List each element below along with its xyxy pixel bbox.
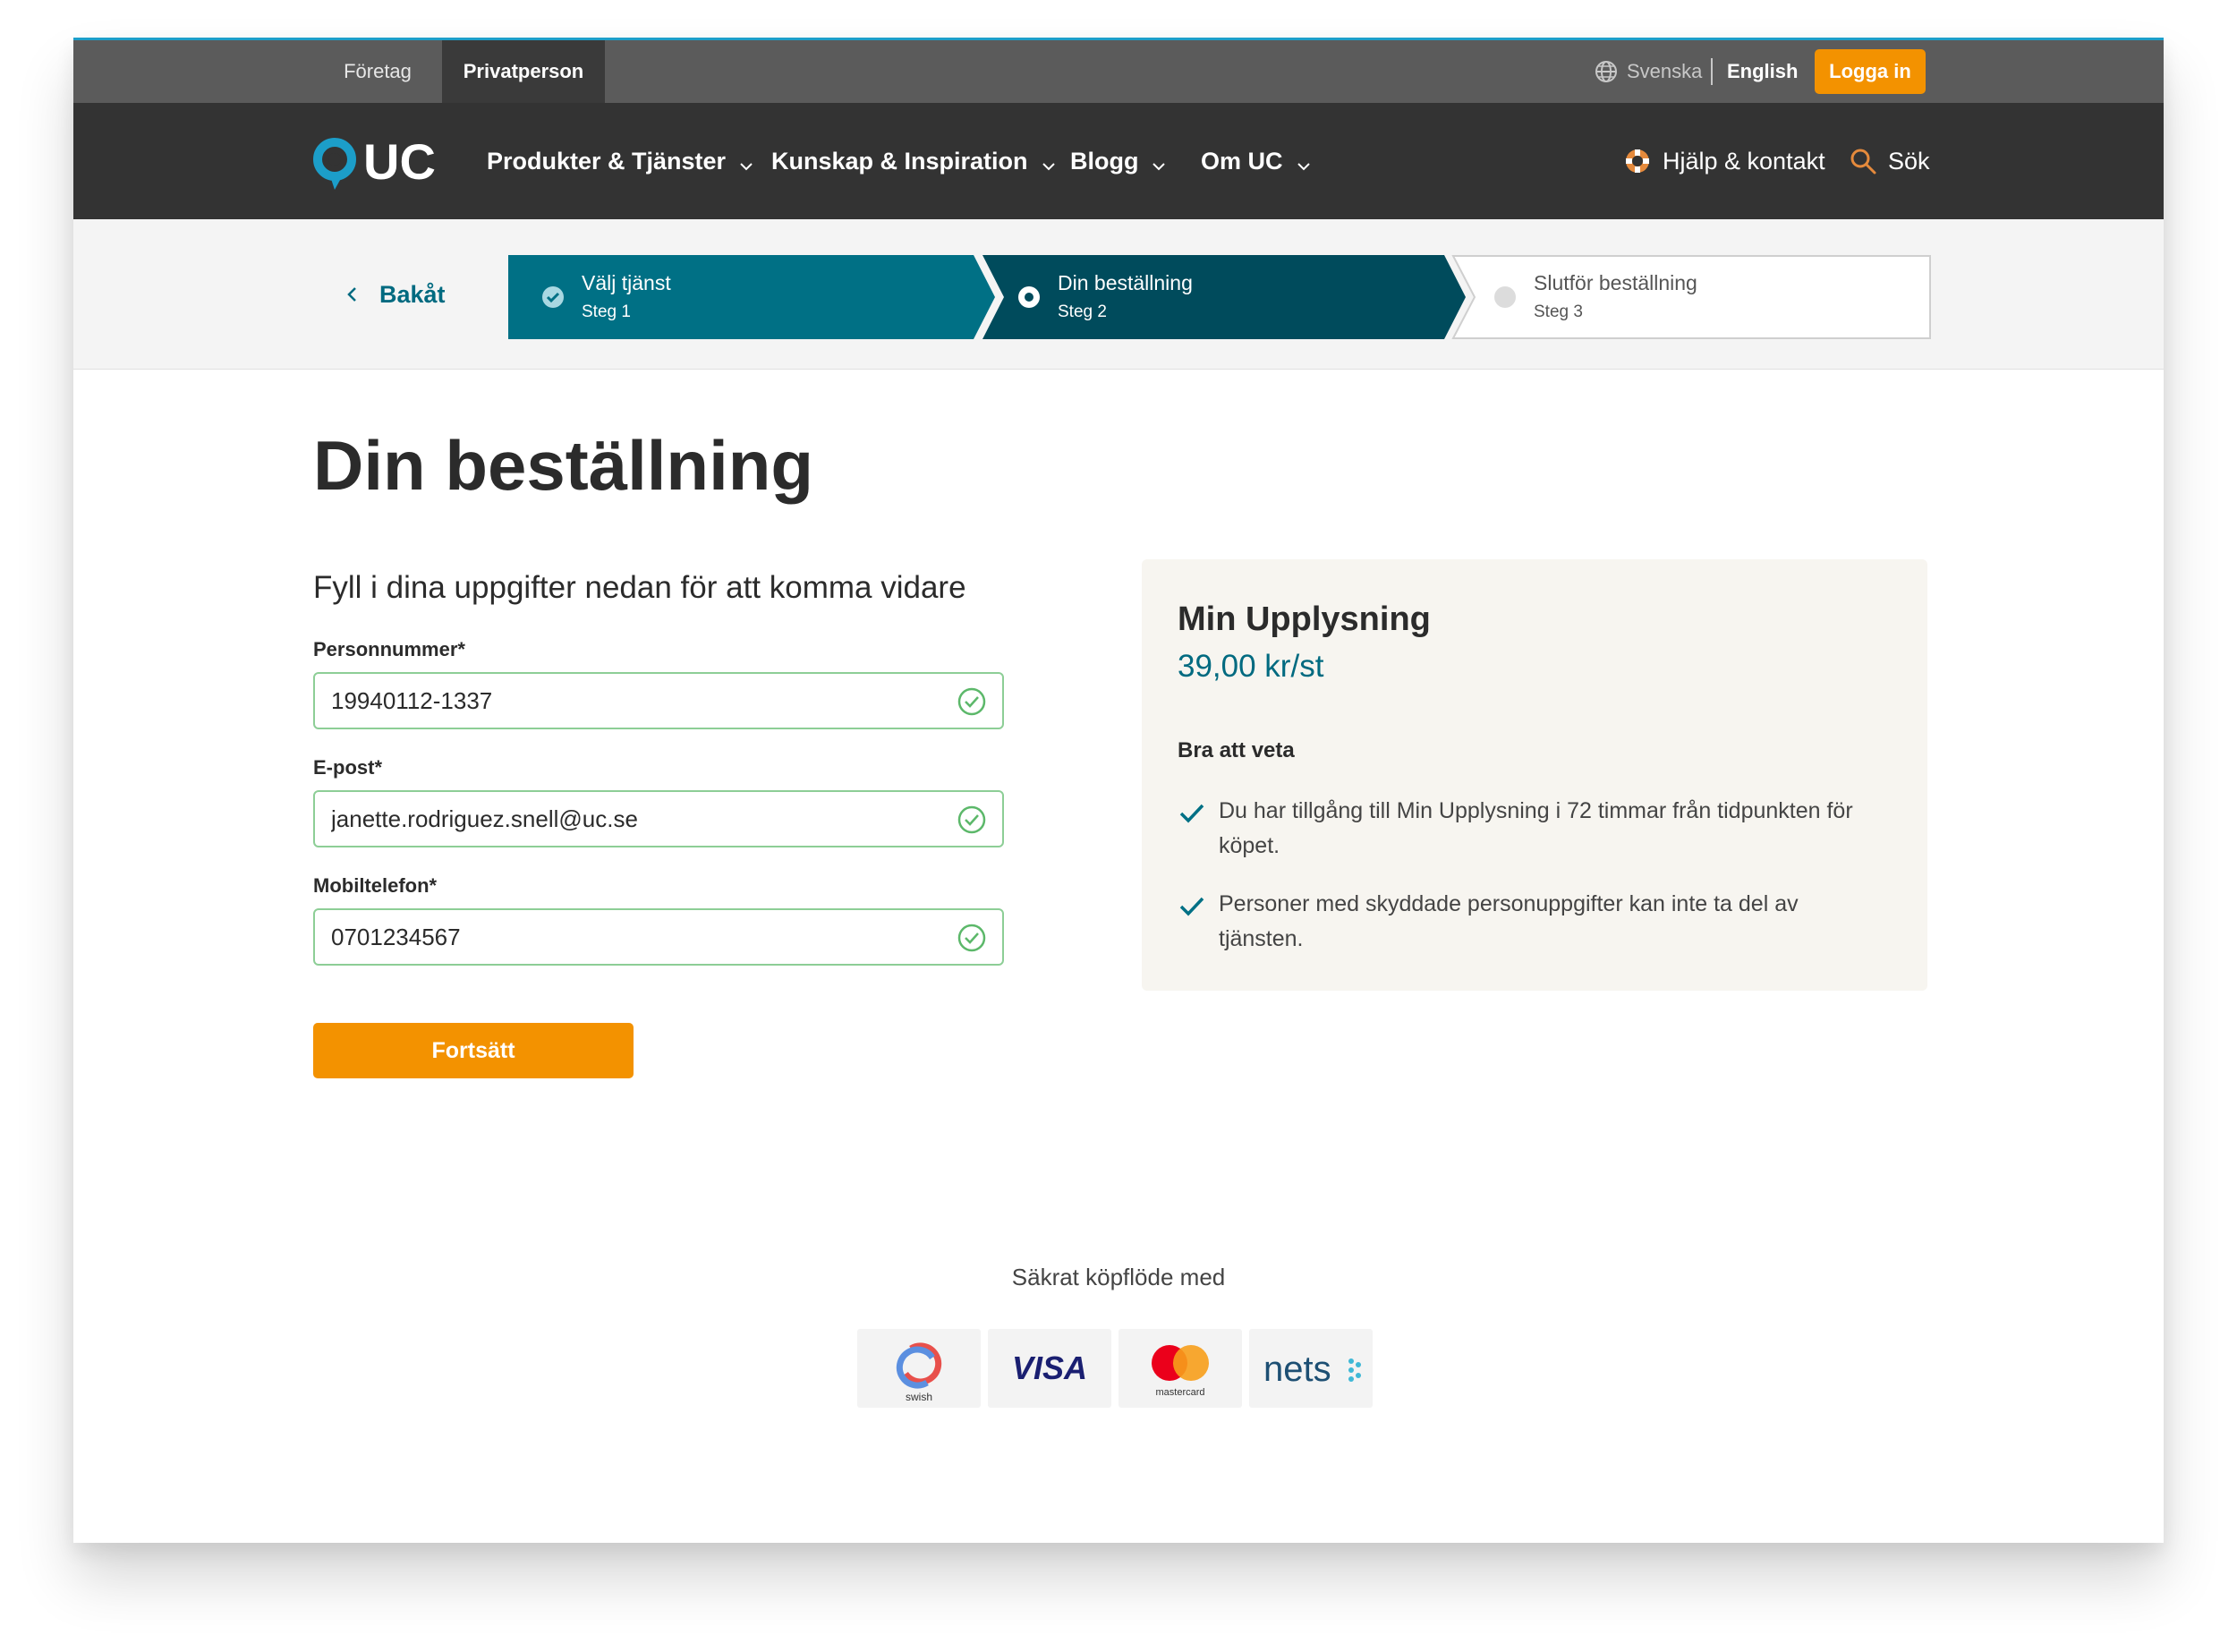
nav-om-uc[interactable]: Om UC <box>1201 103 1312 219</box>
nav-produkter-tjanster[interactable]: Produkter & Tjänster <box>487 103 754 219</box>
valid-check-icon <box>957 805 986 834</box>
nav-produkter-label: Produkter & Tjänster <box>487 147 727 175</box>
mobile-label: Mobiltelefon* <box>313 874 438 897</box>
product-name: Min Upplysning <box>1178 600 1431 638</box>
uc-logo[interactable]: UC <box>313 133 436 190</box>
browser-window: Företag Privatperson Svenska English Log… <box>73 38 2164 1543</box>
svg-text:mastercard: mastercard <box>1155 1387 1204 1398</box>
language-divider <box>1711 58 1713 85</box>
step-1-title: Välj tjänst <box>582 271 671 294</box>
info-point-2: Personer med skyddade personuppgifter ka… <box>1178 887 1876 957</box>
info-point-1: Du har tillgång till Min Upplysning i 72… <box>1178 794 1876 864</box>
segment-foretag[interactable]: Företag <box>313 40 442 103</box>
step-2-title: Din beställning <box>1058 271 1193 294</box>
step-1-sub: Steg 1 <box>582 302 631 321</box>
pending-step-dot-icon <box>1493 285 1518 310</box>
nav-om-label: Om UC <box>1201 147 1283 175</box>
nav-blogg-label: Blogg <box>1070 147 1139 175</box>
product-price: 39,00 kr/st <box>1178 649 1324 684</box>
good-to-know-heading: Bra att veta <box>1178 738 1295 762</box>
info-point-2-text: Personer med skyddade personuppgifter ka… <box>1219 891 1799 951</box>
main-navigation: UC Produkter & Tjänster Kunskap & Inspir… <box>73 103 2164 219</box>
current-step-dot-icon <box>1016 285 1042 310</box>
search-label: Sök <box>1888 147 1930 175</box>
checkout-progress-band: Bakåt Välj tjänst Steg 1 Din beställning… <box>73 219 2164 370</box>
email-input[interactable] <box>331 792 922 846</box>
mobile-field[interactable] <box>313 908 1004 966</box>
nets-logo: nets <box>1249 1329 1373 1408</box>
language-english[interactable]: English <box>1727 40 1798 103</box>
step-1: Välj tjänst Steg 1 <box>582 271 671 322</box>
step-2-shape <box>982 255 1466 339</box>
valid-check-icon <box>957 924 986 952</box>
back-button[interactable]: Bakåt <box>342 219 446 370</box>
checkmark-icon <box>1178 799 1206 828</box>
language-svenska[interactable]: Svenska <box>1627 40 1702 103</box>
email-label: E-post* <box>313 756 382 779</box>
swish-logo: swish <box>857 1329 981 1408</box>
step-3-title: Slutför beställning <box>1534 271 1697 294</box>
step-3-sub: Steg 3 <box>1534 302 1583 321</box>
step-2: Din beställning Steg 2 <box>1058 271 1193 322</box>
lifebuoy-icon <box>1623 147 1652 175</box>
mobile-input[interactable] <box>331 910 922 964</box>
nav-kunskap-inspiration[interactable]: Kunskap & Inspiration <box>771 103 1057 219</box>
personnummer-input[interactable] <box>331 674 922 728</box>
segment-privatperson[interactable]: Privatperson <box>442 40 605 103</box>
checkmark-icon <box>1178 892 1206 921</box>
form-lead-text: Fyll i dina uppgifter nedan för att komm… <box>313 570 966 605</box>
personnummer-field[interactable] <box>313 672 1004 729</box>
visa-logo: VISA <box>988 1329 1111 1408</box>
check-circle-icon <box>540 285 566 310</box>
valid-check-icon <box>957 687 986 716</box>
chevron-down-icon <box>1151 153 1167 171</box>
page-title: Din beställning <box>313 426 814 505</box>
svg-text:swish: swish <box>906 1391 932 1403</box>
help-contact-link[interactable]: Hjälp & kontakt <box>1623 103 1825 219</box>
search-icon <box>1849 147 1877 175</box>
email-field[interactable] <box>313 790 1004 847</box>
chevron-left-icon <box>342 284 363 305</box>
stepper: Välj tjänst Steg 1 Din beställning Steg … <box>508 255 1931 339</box>
personnummer-label: Personnummer* <box>313 638 465 660</box>
svg-text:UC: UC <box>363 134 436 190</box>
login-button[interactable]: Logga in <box>1815 49 1926 94</box>
order-summary-card: Min Upplysning 39,00 kr/st Bra att veta … <box>1142 559 1927 991</box>
back-label: Bakåt <box>379 280 446 308</box>
search-link[interactable]: Sök <box>1849 103 1930 219</box>
chevron-down-icon <box>738 153 754 171</box>
step-2-sub: Steg 2 <box>1058 302 1107 321</box>
chevron-down-icon <box>1296 153 1312 171</box>
mastercard-logo: mastercard <box>1118 1329 1242 1408</box>
svg-text:nets: nets <box>1263 1350 1331 1389</box>
utility-bar: Företag Privatperson Svenska English Log… <box>73 40 2164 103</box>
chevron-down-icon <box>1041 153 1057 171</box>
nav-blogg[interactable]: Blogg <box>1070 103 1167 219</box>
svg-text:VISA: VISA <box>1012 1350 1087 1386</box>
help-contact-label: Hjälp & kontakt <box>1663 147 1825 175</box>
info-point-1-text: Du har tillgång till Min Upplysning i 72… <box>1219 798 1853 858</box>
nav-kunskap-label: Kunskap & Inspiration <box>771 147 1028 175</box>
globe-icon <box>1595 40 1621 103</box>
secure-checkout-label: Säkrat köpflöde med <box>1011 1264 1226 1290</box>
continue-button[interactable]: Fortsätt <box>313 1023 634 1078</box>
step-3: Slutför beställning Steg 3 <box>1534 271 1697 322</box>
